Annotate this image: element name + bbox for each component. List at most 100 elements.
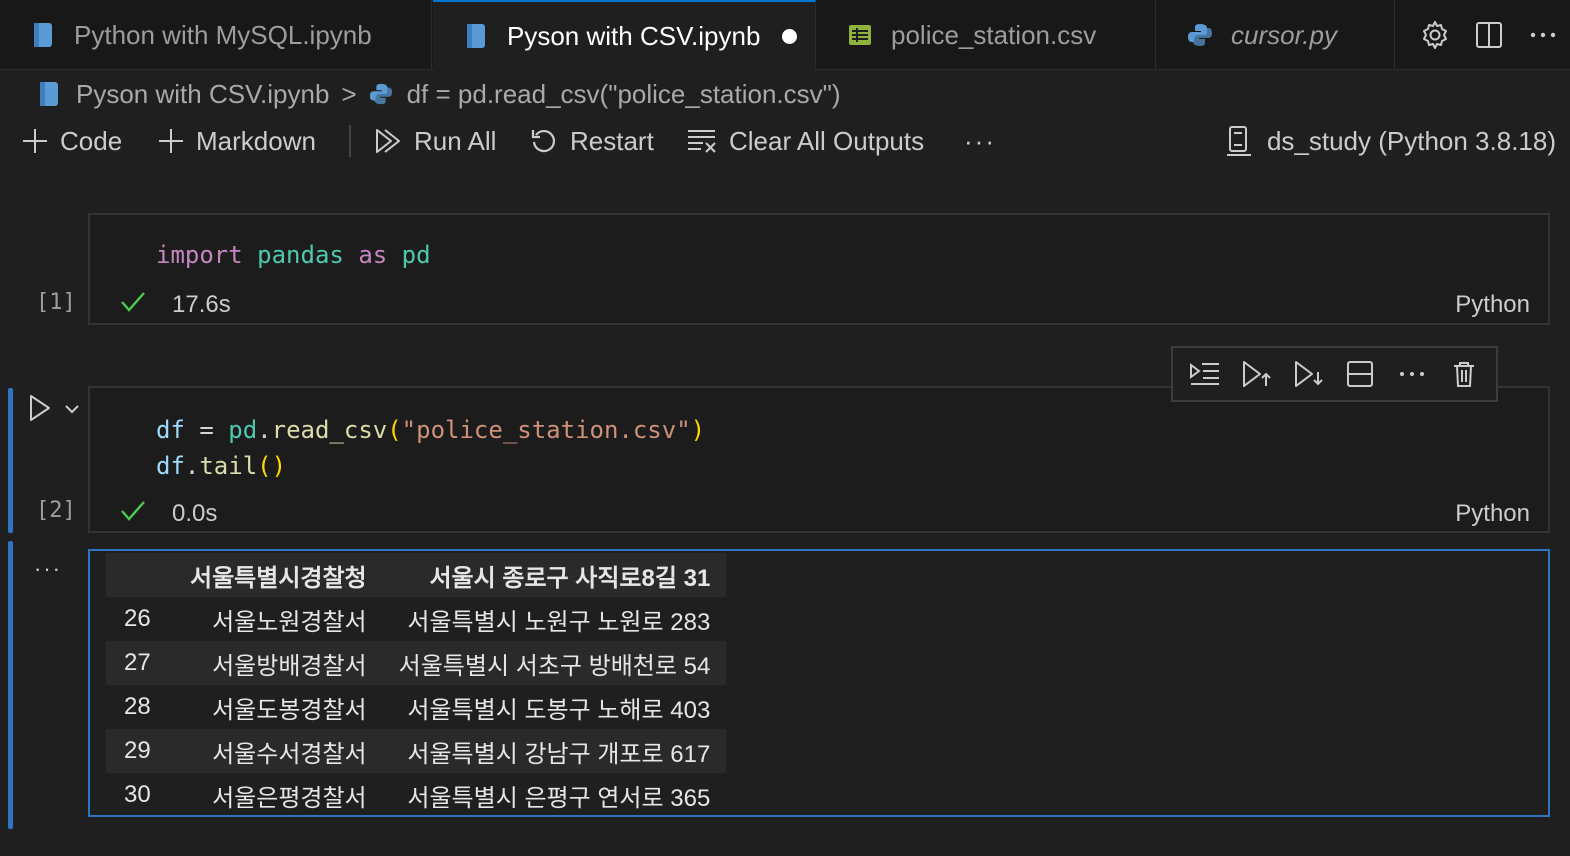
tab-label: Python with MySQL.ipynb: [74, 19, 372, 50]
editor-tab-bar: Python with MySQL.ipynb Pyson with CSV.i…: [0, 0, 1570, 70]
tab-cursor-py[interactable]: cursor.py: [1157, 0, 1395, 70]
code-token: as: [358, 241, 388, 269]
code-editor[interactable]: df = pd.read_csv("police_station.csv") d…: [156, 412, 705, 484]
table-row: 30 서울은평경찰서 서울특별시 은평구 연서로 365: [106, 773, 726, 817]
column-header: 서울시 종로구 사직로8길 31: [382, 553, 727, 597]
add-code-label: Code: [60, 125, 123, 156]
notebook-icon: [28, 20, 58, 50]
notebook-toolbar: Code Markdown Run All Restart Clear All …: [0, 116, 1570, 166]
unsaved-dot-icon[interactable]: [782, 28, 798, 44]
cell-language[interactable]: Python: [1455, 291, 1530, 319]
table-cell: 서울특별시 노원구 노원로 283: [407, 608, 711, 636]
row-index: 27: [106, 641, 174, 685]
gear-icon[interactable]: [1408, 8, 1462, 62]
restart-button[interactable]: Restart: [530, 116, 654, 166]
plus-icon: [158, 128, 184, 154]
row-index: 26: [124, 605, 151, 632]
more-icon[interactable]: [1390, 352, 1434, 396]
python-icon: [369, 81, 395, 107]
code-token: pd: [401, 241, 431, 269]
clear-all-outputs-label: Clear All Outputs: [729, 125, 925, 156]
table-cell: 서울방배경찰서: [174, 641, 383, 685]
check-icon: [120, 500, 146, 527]
run-all-button[interactable]: Run All: [374, 116, 496, 166]
trash-icon[interactable]: [1442, 352, 1486, 396]
code-editor[interactable]: import pandas as pd: [156, 241, 431, 269]
table-row: 28 서울도봉경찰서 서울특별시 도봉구 노해로 403: [106, 685, 726, 729]
breadcrumb-file[interactable]: Pyson with CSV.ipynb: [76, 79, 329, 110]
restart-icon: [530, 127, 558, 155]
notebook-icon: [461, 21, 491, 51]
table-cell: 서울특별시 강남구 개포로 617: [382, 729, 727, 773]
output-focus-indicator: [8, 541, 13, 829]
cell-output: 서울특별시경찰청 서울시 종로구 사직로8길 31 26 서울노원경찰서 서울특…: [88, 549, 1550, 817]
run-all-icon: [374, 127, 402, 155]
execution-time: 17.6s: [172, 291, 231, 318]
table-row: 27 서울방배경찰서 서울특별시 서초구 방배천로 54: [106, 641, 727, 685]
chevron-down-icon[interactable]: [64, 402, 80, 420]
table-cell: 서울수서경찰서: [174, 729, 383, 773]
table-cell: 서울도봉경찰서: [212, 696, 367, 724]
table-cell: 서울특별시 도봉구 노해로 403: [407, 696, 711, 724]
split-cell-icon[interactable]: [1338, 352, 1382, 396]
table-cell: 서울노원경찰서: [212, 608, 367, 636]
row-index: 30: [124, 781, 151, 808]
python-icon: [1185, 20, 1215, 50]
dataframe-table: 서울특별시경찰청 서울시 종로구 사직로8길 31 26 서울노원경찰서 서울특…: [106, 553, 727, 817]
execution-time: 0.0s: [172, 500, 218, 527]
notebook-icon: [38, 81, 64, 107]
restart-label: Restart: [570, 125, 654, 156]
clear-outputs-icon: [687, 128, 717, 154]
column-header: [106, 553, 174, 597]
execute-above-icon[interactable]: [1235, 352, 1279, 396]
table-cell: 서울은평경찰서: [212, 784, 367, 812]
column-header: 서울특별시경찰청: [174, 553, 383, 597]
more-actions-button[interactable]: ···: [964, 116, 996, 166]
clear-all-outputs-button[interactable]: Clear All Outputs: [687, 116, 924, 166]
kernel-picker[interactable]: ds_study (Python 3.8.18): [1225, 116, 1556, 166]
table-header-row: 서울특별시경찰청 서울시 종로구 사직로8길 31: [106, 553, 727, 597]
add-markdown-cell-button[interactable]: Markdown: [158, 116, 316, 166]
toolbar-divider: [349, 125, 351, 157]
table-cell: 서울특별시 서초구 방배천로 54: [382, 641, 727, 685]
breadcrumb-cell[interactable]: df = pd.read_csv("police_station.csv"): [407, 79, 841, 110]
server-icon: [1225, 125, 1253, 157]
editor-actions: [1408, 0, 1570, 70]
row-index: 28: [124, 693, 151, 720]
output-more-icon[interactable]: ···: [34, 556, 62, 582]
add-markdown-label: Markdown: [196, 125, 316, 156]
csv-table-icon: [845, 20, 875, 50]
tab-label: Pyson with CSV.ipynb: [507, 20, 761, 51]
code-cell[interactable]: df = pd.read_csv("police_station.csv") d…: [88, 386, 1550, 533]
more-icon[interactable]: [1516, 8, 1570, 62]
breadcrumb: Pyson with CSV.ipynb > df = pd.read_csv(…: [38, 72, 841, 116]
cell-language[interactable]: Python: [1455, 500, 1530, 528]
tab-label: police_station.csv: [891, 19, 1097, 50]
cell-toolbar: [1171, 346, 1498, 402]
tab-label: cursor.py: [1231, 19, 1337, 50]
tab-pyson-with-csv[interactable]: Pyson with CSV.ipynb: [433, 0, 816, 70]
code-cell[interactable]: import pandas as pd 17.6s Python: [88, 213, 1550, 325]
tab-police-station-csv[interactable]: police_station.csv: [817, 0, 1156, 70]
tab-python-with-mysql[interactable]: Python with MySQL.ipynb: [0, 0, 432, 70]
table-row: 29 서울수서경찰서 서울특별시 강남구 개포로 617: [106, 729, 727, 773]
execute-below-icon[interactable]: [1287, 352, 1331, 396]
plus-icon: [22, 128, 48, 154]
run-cell-icon[interactable]: [28, 394, 52, 427]
code-token: pandas: [257, 241, 344, 269]
chevron-right-icon: >: [341, 78, 357, 109]
more-icon: ···: [964, 125, 996, 156]
execution-count: [1]: [36, 290, 76, 315]
code-token: import: [156, 241, 243, 269]
table-row: 26 서울노원경찰서 서울특별시 노원구 노원로 283: [106, 597, 726, 641]
table-cell: 서울특별시 은평구 연서로 365: [407, 784, 711, 812]
check-icon: [120, 291, 146, 318]
kernel-label: ds_study (Python 3.8.18): [1266, 125, 1556, 156]
add-code-cell-button[interactable]: Code: [22, 116, 122, 166]
row-index: 29: [106, 729, 174, 773]
split-editor-icon[interactable]: [1462, 8, 1516, 62]
cell-focus-indicator: [8, 388, 13, 533]
execution-count: [2]: [36, 498, 76, 523]
run-by-line-icon[interactable]: [1183, 352, 1227, 396]
run-all-label: Run All: [414, 125, 497, 156]
